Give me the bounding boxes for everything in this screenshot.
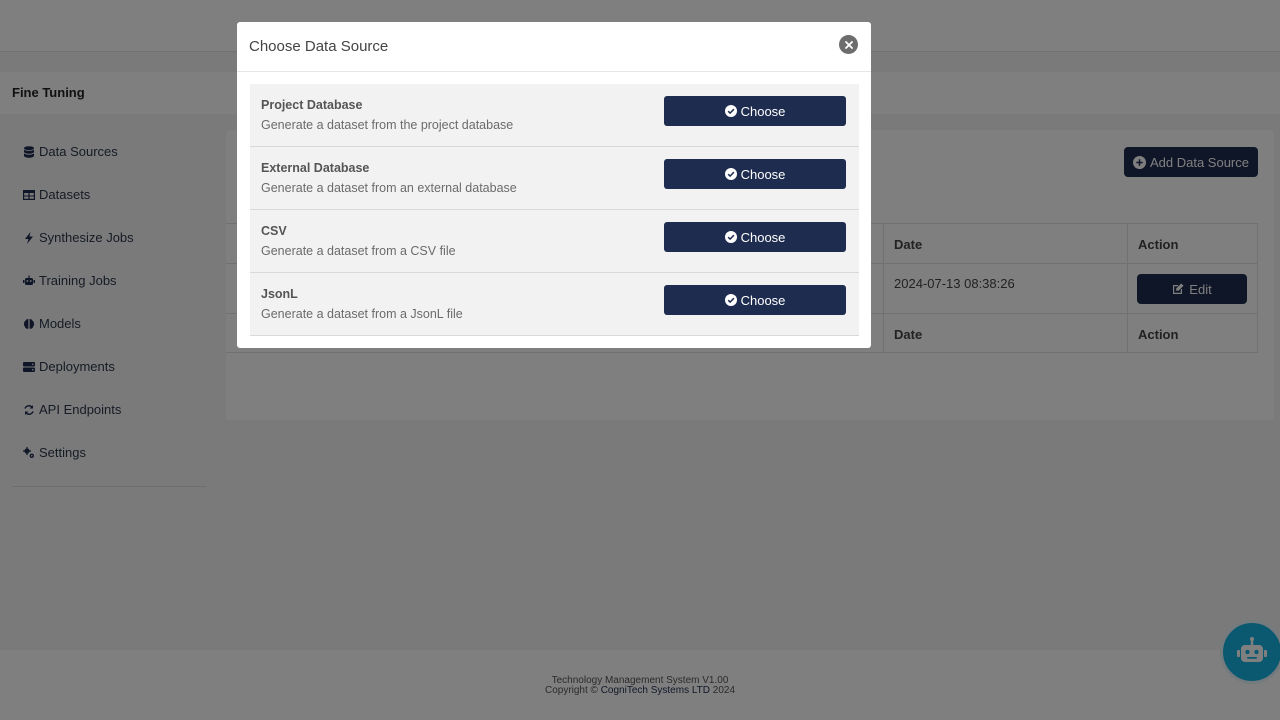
choose-button[interactable]: Choose (664, 159, 846, 189)
choose-label: Choose (740, 229, 786, 245)
option-description: Generate a dataset from an external data… (261, 181, 517, 195)
modal-title: Choose Data Source (249, 38, 389, 55)
option-name: External Database (261, 161, 370, 175)
choose-data-source-modal: Choose Data Source Project Database Gene… (237, 22, 871, 348)
choose-button[interactable]: Choose (664, 285, 846, 315)
option-csv: CSV Generate a dataset from a CSV file C… (250, 210, 859, 273)
option-name: JsonL (261, 287, 298, 301)
option-jsonl: JsonL Generate a dataset from a JsonL fi… (250, 273, 859, 336)
choose-label: Choose (740, 292, 786, 308)
option-project-database: Project Database Generate a dataset from… (250, 84, 859, 147)
check-circle-icon (724, 231, 737, 243)
option-description: Generate a dataset from a CSV file (261, 244, 456, 258)
choose-label: Choose (740, 166, 786, 182)
check-circle-icon (724, 105, 737, 117)
modal-header: Choose Data Source (237, 22, 871, 72)
check-circle-icon (724, 294, 737, 306)
choose-button[interactable]: Choose (664, 222, 846, 252)
choose-button[interactable]: Choose (664, 96, 846, 126)
option-name: Project Database (261, 98, 363, 112)
option-external-database: External Database Generate a dataset fro… (250, 147, 859, 210)
option-description: Generate a dataset from the project data… (261, 118, 514, 132)
close-icon (844, 40, 853, 49)
close-button[interactable] (839, 35, 858, 54)
check-circle-icon (724, 168, 737, 180)
data-source-options: Project Database Generate a dataset from… (250, 84, 859, 336)
option-name: CSV (261, 224, 287, 238)
option-description: Generate a dataset from a JsonL file (261, 307, 463, 321)
choose-label: Choose (740, 103, 786, 119)
